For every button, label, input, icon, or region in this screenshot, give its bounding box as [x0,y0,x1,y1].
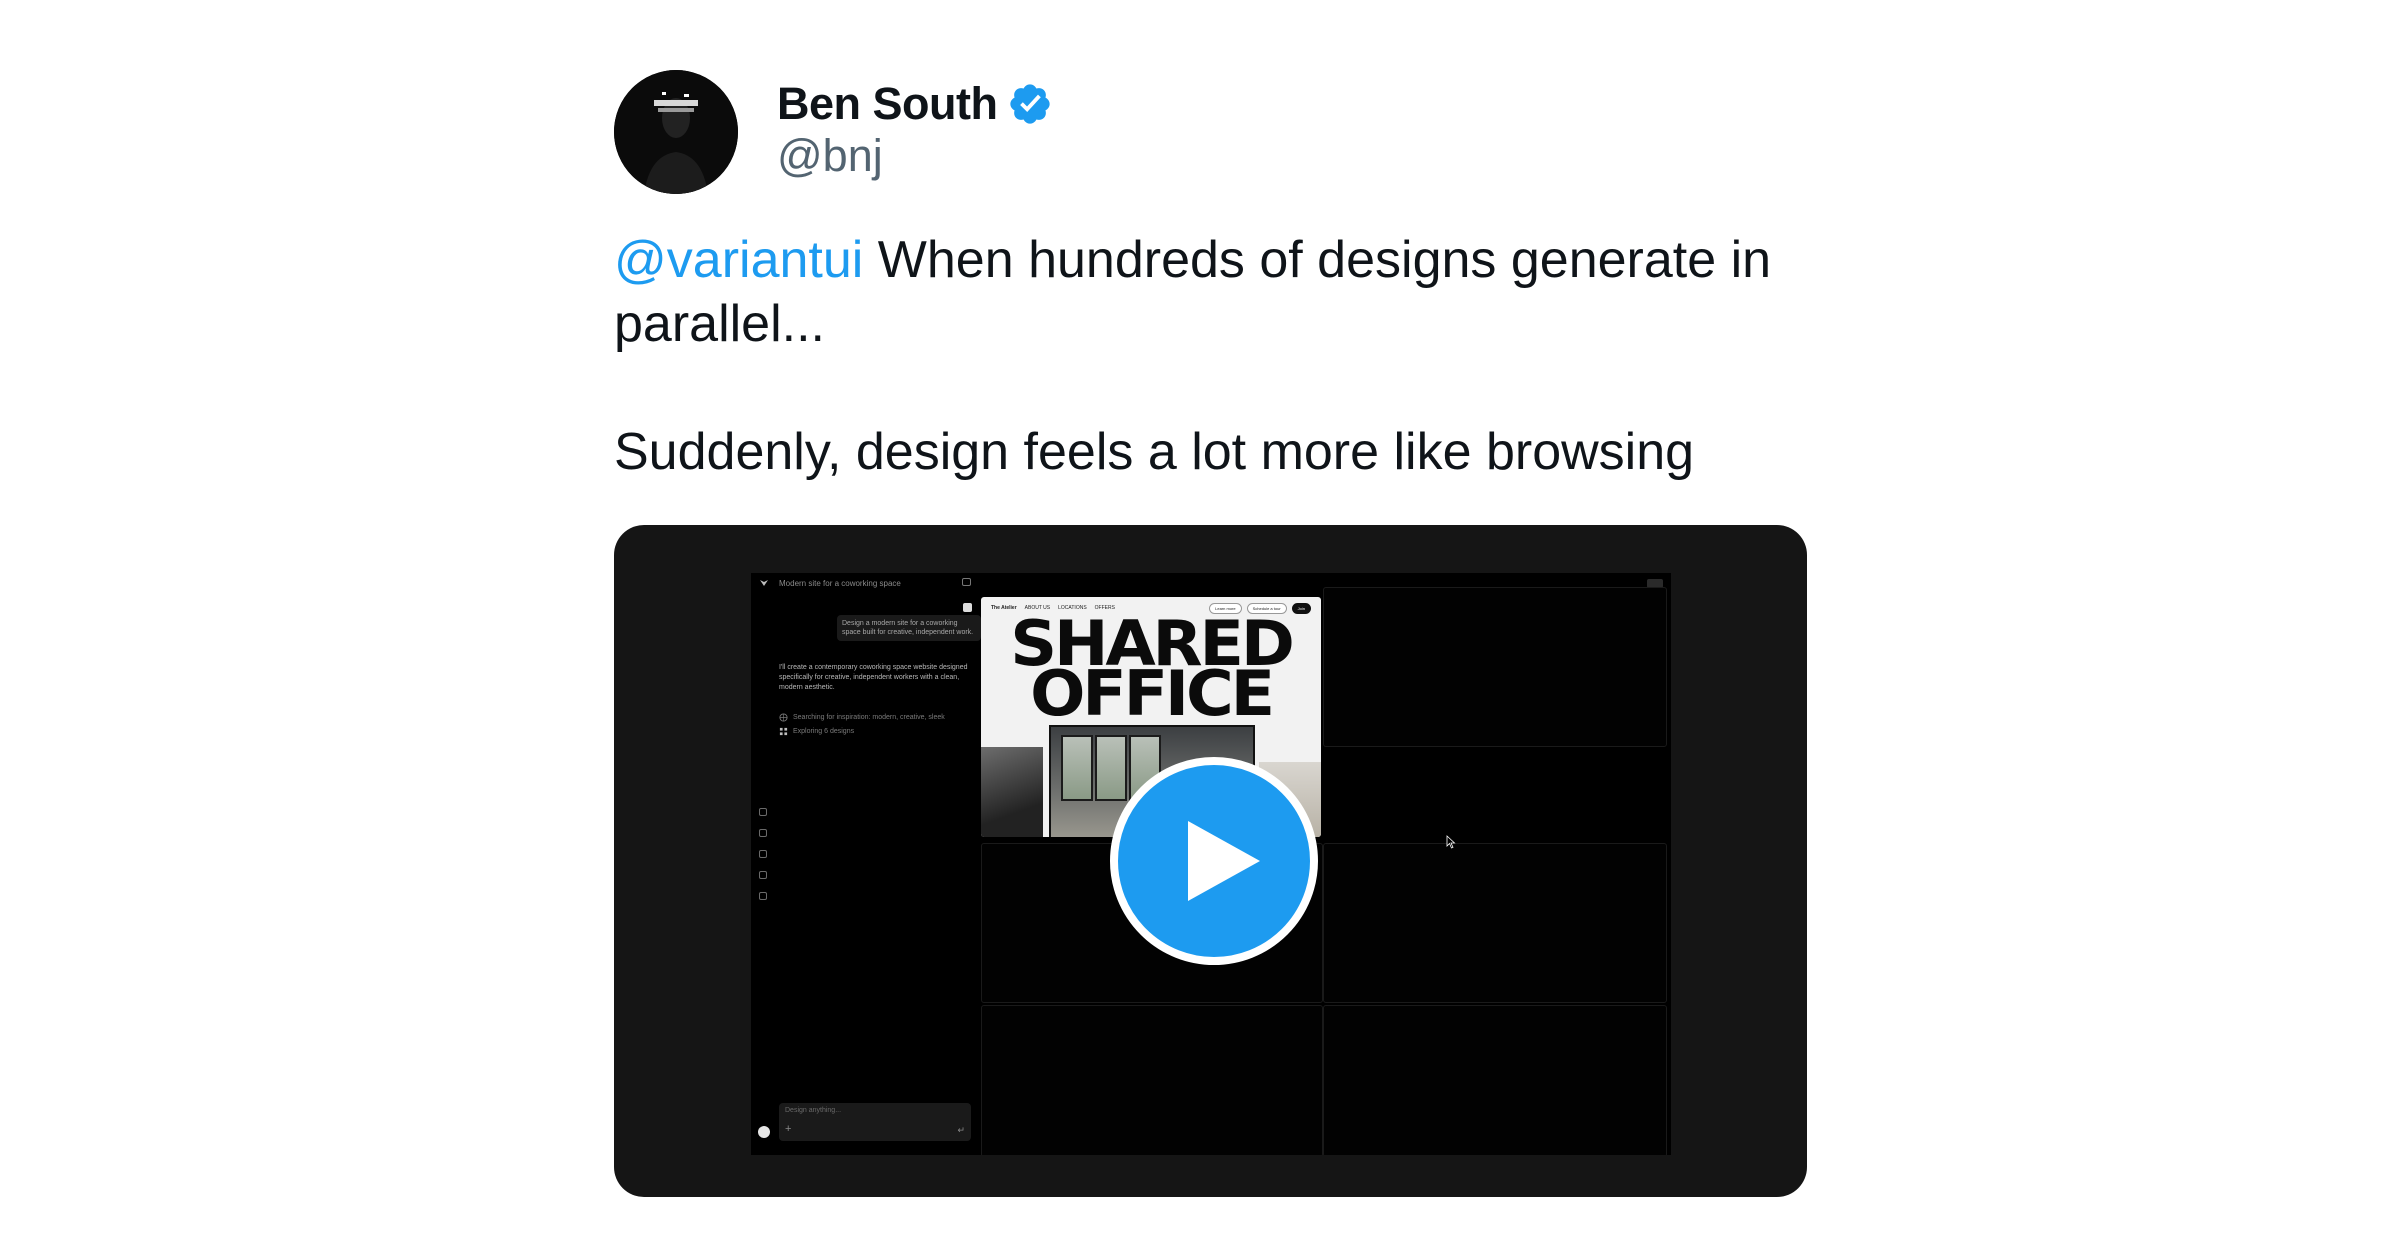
project-title: Modern site for a coworking space [779,579,901,588]
mention-link[interactable]: @variantui [614,231,863,289]
author-handle[interactable]: @bnj [777,130,883,182]
author-name[interactable]: Ben South [777,78,998,130]
globe-icon [779,713,788,722]
design-card-6 [1323,1005,1667,1155]
tweet-line-2: Suddenly, design feels a lot more like b… [614,423,1695,481]
user-avatar [758,1126,770,1138]
app-logo-icon [760,580,768,586]
bookmark-icon [759,871,767,879]
status-searching-text: Searching for inspiration: modern, creat… [793,714,945,721]
cursor-icon [1446,835,1456,849]
search-icon [759,892,767,900]
design-card-5 [981,1005,1323,1155]
explore-icon [759,829,767,837]
composer-input: Design anything... [785,1107,842,1114]
play-icon [1188,821,1260,901]
design-card-2 [1323,587,1667,747]
author-avatar[interactable] [614,70,738,194]
status-exploring-text: Exploring 6 designs [793,728,855,735]
play-button[interactable] [1110,757,1318,965]
tweet-text: @variantui When hundreds of designs gene… [614,228,1814,484]
assistant-reply: I'll create a contemporary coworking spa… [779,664,968,691]
preview-photo-window [1095,735,1127,801]
user-avatar-small [963,603,972,612]
side-toolbar [759,808,767,900]
grid-icon [779,727,788,736]
folder-icon [759,850,767,858]
video-player[interactable]: Modern site for a coworking space Design… [614,525,1807,1197]
enter-icon: ↵ [957,1125,965,1135]
new-design-icon [759,808,767,816]
preview-photo-window [1061,735,1093,801]
composer: Design anything... + ↵ [779,1103,971,1141]
panel-toggle-icon [962,578,971,586]
preview-headline-line2: OFFICE [1030,657,1275,730]
preview-photo-left [981,747,1043,837]
design-card-4 [1323,843,1667,1003]
status-searching: Searching for inspiration: modern, creat… [779,713,945,722]
preview-headline: SHARED OFFICE [981,613,1321,730]
preview-action: Join [1291,603,1311,614]
plus-icon: + [785,1123,792,1135]
user-prompt: Design a modern site for a coworking spa… [837,615,981,641]
verified-badge-icon [1010,84,1051,124]
status-exploring: Exploring 6 designs [779,727,854,736]
